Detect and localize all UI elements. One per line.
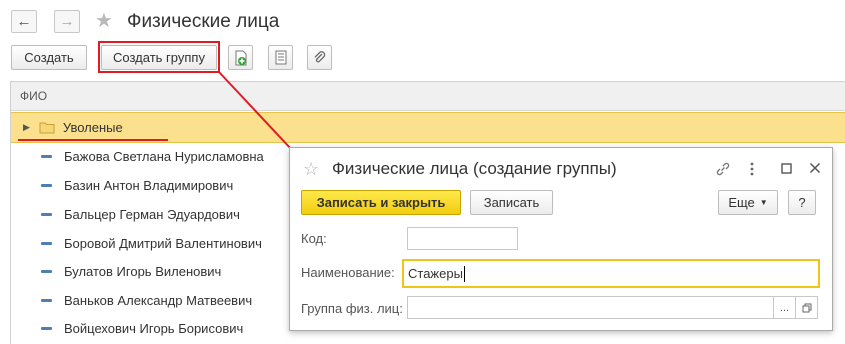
group-field[interactable]: ... xyxy=(407,296,818,319)
chevron-down-icon: ▼ xyxy=(759,198,768,207)
more-dropdown-button[interactable]: Еще ▼ xyxy=(718,190,778,215)
maximize-icon[interactable] xyxy=(781,163,792,174)
more-label: Еще xyxy=(728,195,755,210)
text-cursor xyxy=(463,265,465,282)
open-window-icon xyxy=(802,303,811,312)
close-icon[interactable] xyxy=(809,162,821,174)
create-group-dialog: ☆ Физические лица (создание группы) Запи… xyxy=(289,147,833,331)
name-value: Стажеры xyxy=(408,266,463,281)
select-button[interactable]: ... xyxy=(773,297,795,318)
group-label: Группа физ. лиц: xyxy=(301,301,403,316)
name-field[interactable]: Стажеры xyxy=(402,259,820,288)
save-button[interactable]: Записать xyxy=(470,190,553,215)
link-icon[interactable] xyxy=(715,161,731,177)
code-field[interactable] xyxy=(407,227,518,250)
open-button[interactable] xyxy=(795,297,817,318)
group-value xyxy=(408,297,773,318)
save-and-close-button[interactable]: Записать и закрыть xyxy=(301,190,461,215)
name-label: Наименование: xyxy=(301,265,395,280)
dialog-title: Физические лица (создание группы) xyxy=(332,159,617,178)
help-button[interactable]: ? xyxy=(788,190,816,215)
favorite-star-icon[interactable]: ☆ xyxy=(303,159,319,180)
code-label: Код: xyxy=(301,231,327,246)
more-vertical-icon[interactable] xyxy=(749,161,755,177)
